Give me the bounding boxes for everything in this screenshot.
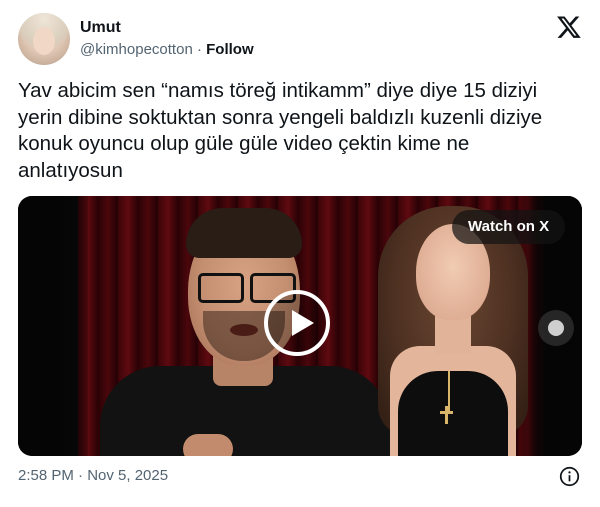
tweet-text: Yav abicim sen “namıs töreğ intikamm” di… <box>18 79 543 182</box>
video-edge-left <box>18 196 88 456</box>
woman-figure-neck <box>435 314 471 354</box>
play-icon <box>292 310 314 336</box>
cross-pendant-vertical <box>445 406 448 424</box>
x-logo-icon[interactable] <box>556 14 582 40</box>
necklace-chain <box>448 371 450 411</box>
man-figure-hand <box>183 434 233 456</box>
handle[interactable]: @kimhopecotton <box>80 41 193 58</box>
info-icon[interactable] <box>559 466 580 487</box>
avatar-face <box>33 27 55 55</box>
follow-button[interactable]: Follow <box>206 41 254 58</box>
woman-figure-dress <box>398 371 508 456</box>
handle-row: @kimhopecotton · Follow <box>80 41 254 58</box>
watch-on-x-button[interactable]: Watch on X <box>452 210 566 244</box>
man-figure-mouth <box>230 324 258 336</box>
glasses-left-lens <box>198 273 244 303</box>
timestamp[interactable]: 2:58 PM · Nov 5, 2025 <box>18 467 168 484</box>
man-figure-hair <box>186 208 302 258</box>
scrub-handle[interactable] <box>538 310 574 346</box>
display-name[interactable]: Umut <box>80 19 121 37</box>
scrub-handle-knob <box>548 320 564 336</box>
avatar[interactable] <box>18 13 70 65</box>
cross-pendant-horizontal <box>440 411 453 414</box>
handle-separator: · <box>192 41 207 58</box>
play-button[interactable] <box>264 290 330 356</box>
